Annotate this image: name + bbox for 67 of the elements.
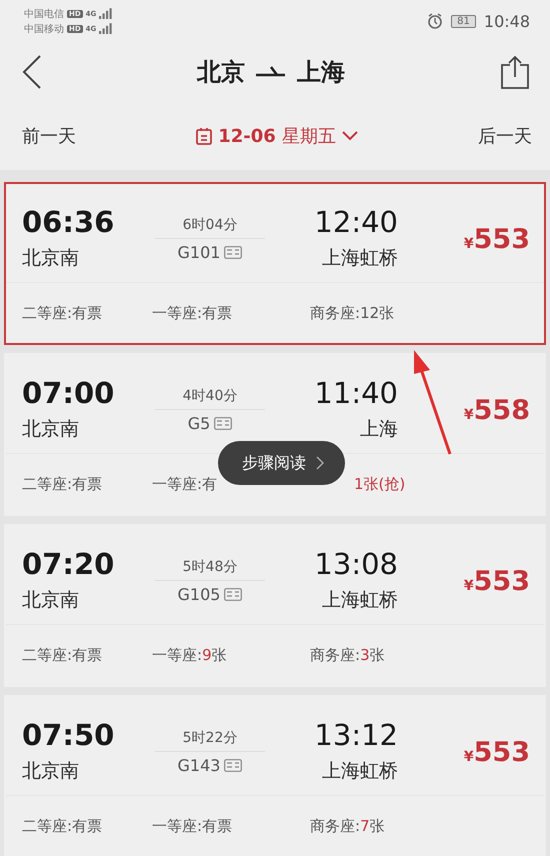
id-card-icon [224, 759, 242, 772]
seat-availability: 1张(抢) [353, 474, 406, 494]
carrier-name: 中国电信 [24, 8, 64, 20]
ticket-price: ¥553 [462, 224, 530, 254]
train-card[interactable]: 07:50 北京南 5时22分 G143 13:12 上海虹桥 ¥553 二等座:有票 一等座:有票 商务座:7张 [4, 695, 546, 856]
ticket-price: ¥558 [462, 394, 530, 426]
next-day-link[interactable]: 后一天 [478, 124, 532, 148]
alarm-icon [427, 13, 444, 29]
ticket-price: ¥553 [462, 566, 530, 596]
seat-availability: 二等座:有票 [22, 646, 104, 664]
seat-availability: 商务座:7张 [310, 816, 386, 836]
departure-station: 北京南 [22, 588, 80, 613]
calendar-icon [196, 127, 212, 145]
departure-time: 07:50 [22, 720, 116, 752]
arrival-time: 11:40 [314, 378, 398, 410]
trip-duration: 4时40分 [182, 387, 238, 405]
arrival-station: 上海虹桥 [322, 246, 398, 271]
train-card[interactable]: 07:00 北京南 4时40分 G5 11:40 上海 ¥558 二等座:有票 一等座:有 1张(抢) 步骤阅读 [4, 353, 546, 516]
previous-day-link[interactable]: 前一天 [22, 124, 76, 148]
id-card-icon [224, 246, 242, 259]
clock-time: 10:48 [484, 12, 530, 30]
departure-station: 北京南 [22, 246, 80, 271]
arrival-time: 13:08 [314, 549, 398, 581]
arrival-time: 12:40 [314, 207, 398, 239]
dropdown-caret-icon [342, 131, 358, 141]
back-icon[interactable] [22, 55, 42, 89]
signal-icon [99, 23, 114, 34]
arrival-time: 13:12 [314, 720, 398, 752]
train-number: G5 [188, 414, 210, 433]
train-number: G101 [178, 243, 220, 262]
id-card-icon [224, 588, 242, 601]
seat-availability: 商务座:12张 [310, 304, 396, 322]
step-reading-button[interactable]: 步骤阅读 [218, 441, 345, 485]
arrival-station: 上海虹桥 [322, 588, 398, 613]
seat-availability: 二等座:有票 [22, 474, 104, 494]
seat-availability: 一等座:有票 [152, 816, 234, 836]
seat-availability: 二等座:有票 [22, 816, 104, 836]
departure-time: 07:20 [22, 549, 116, 581]
carrier-name: 中国移动 [24, 22, 64, 36]
train-card[interactable]: 07:20 北京南 5时48分 G105 13:08 上海虹桥 ¥553 二等座:有票 一等座:9张 商务座:3张 [4, 524, 546, 687]
battery-level: 81 [451, 14, 476, 28]
departure-time: 06:36 [22, 207, 116, 239]
date-picker[interactable]: 12-06 星期五 [196, 124, 358, 148]
origin-city: 北京 [197, 57, 245, 88]
train-number: G105 [178, 585, 220, 604]
seat-availability: 二等座:有票 [22, 304, 104, 322]
ticket-price: ¥553 [462, 736, 530, 768]
destination-city: 上海 [297, 57, 345, 88]
trip-duration: 5时22分 [182, 729, 238, 747]
chevron-icon [316, 456, 325, 470]
arrival-station: 上海虹桥 [322, 758, 398, 784]
id-card-icon [214, 417, 232, 430]
seat-availability: 一等座:有 [152, 474, 218, 494]
seat-availability: 商务座:3张 [310, 646, 386, 664]
departure-time: 07:00 [22, 378, 116, 410]
departure-station: 北京南 [22, 416, 80, 442]
arrival-station: 上海 [360, 416, 398, 442]
direction-arrow-icon [255, 65, 287, 79]
seat-availability: 一等座:有票 [152, 304, 234, 322]
departure-station: 北京南 [22, 758, 80, 784]
signal-icon [99, 8, 114, 19]
train-card[interactable]: 06:36 北京南 6时04分 G101 12:40 上海虹桥 ¥553 二等座:有票 一等座:有票 商务座:12张 [4, 182, 546, 345]
trip-duration: 6时04分 [182, 216, 238, 234]
trip-duration: 5时48分 [182, 558, 238, 576]
seat-availability: 一等座:9张 [152, 646, 228, 664]
share-icon[interactable] [500, 55, 530, 89]
train-number: G143 [178, 756, 220, 775]
